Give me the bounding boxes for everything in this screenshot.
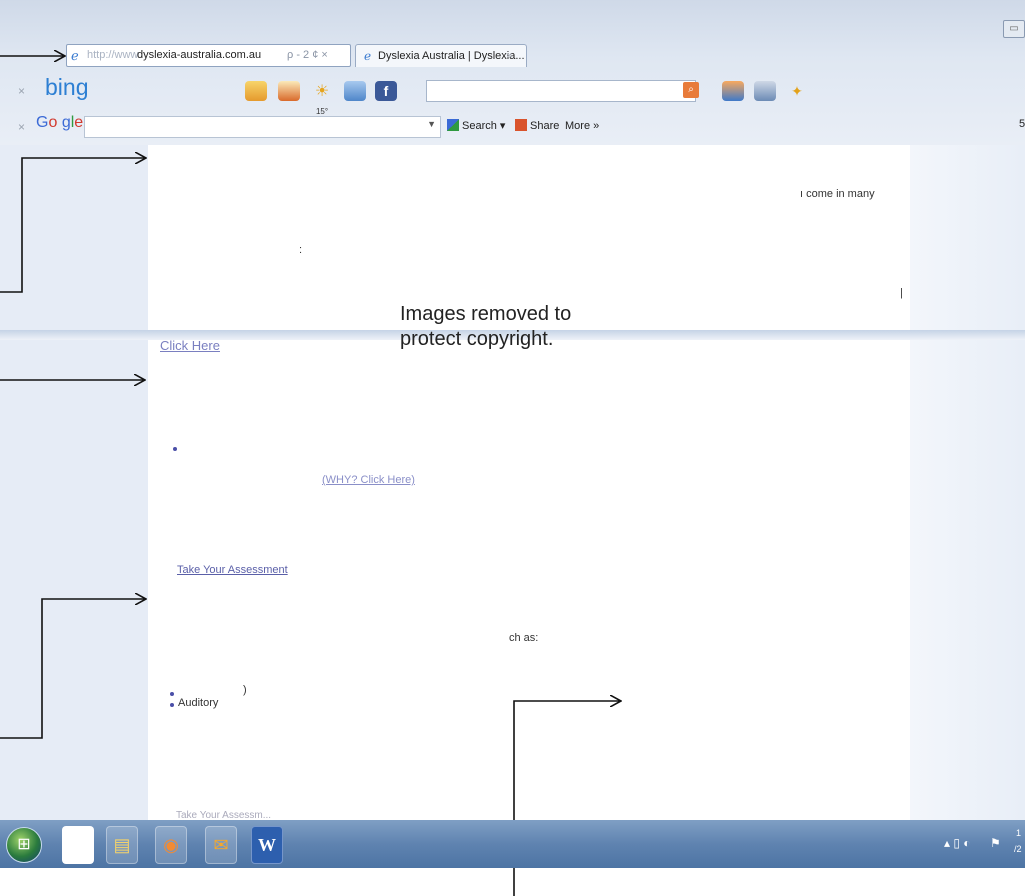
tray-icons[interactable]: ▴ ▯ ◐ — [944, 836, 971, 850]
clock-date[interactable]: /2 — [1014, 844, 1022, 854]
file-explorer-icon[interactable]: ▤ — [106, 826, 138, 864]
blank-app-button[interactable] — [62, 826, 94, 864]
clock-time[interactable]: 1 — [1016, 828, 1021, 838]
arrow-to-assessment — [0, 599, 145, 739]
taskbar — [0, 820, 1025, 868]
app-icon[interactable]: ◉ — [155, 826, 187, 864]
word-icon[interactable]: W — [251, 826, 283, 864]
start-button[interactable]: ⊞ — [6, 827, 42, 863]
flag-icon[interactable]: ⚑ — [990, 836, 1001, 850]
annotation-arrows — [0, 0, 1025, 896]
outlook-icon[interactable]: ✉ — [205, 826, 237, 864]
arrow-to-header — [0, 158, 145, 293]
